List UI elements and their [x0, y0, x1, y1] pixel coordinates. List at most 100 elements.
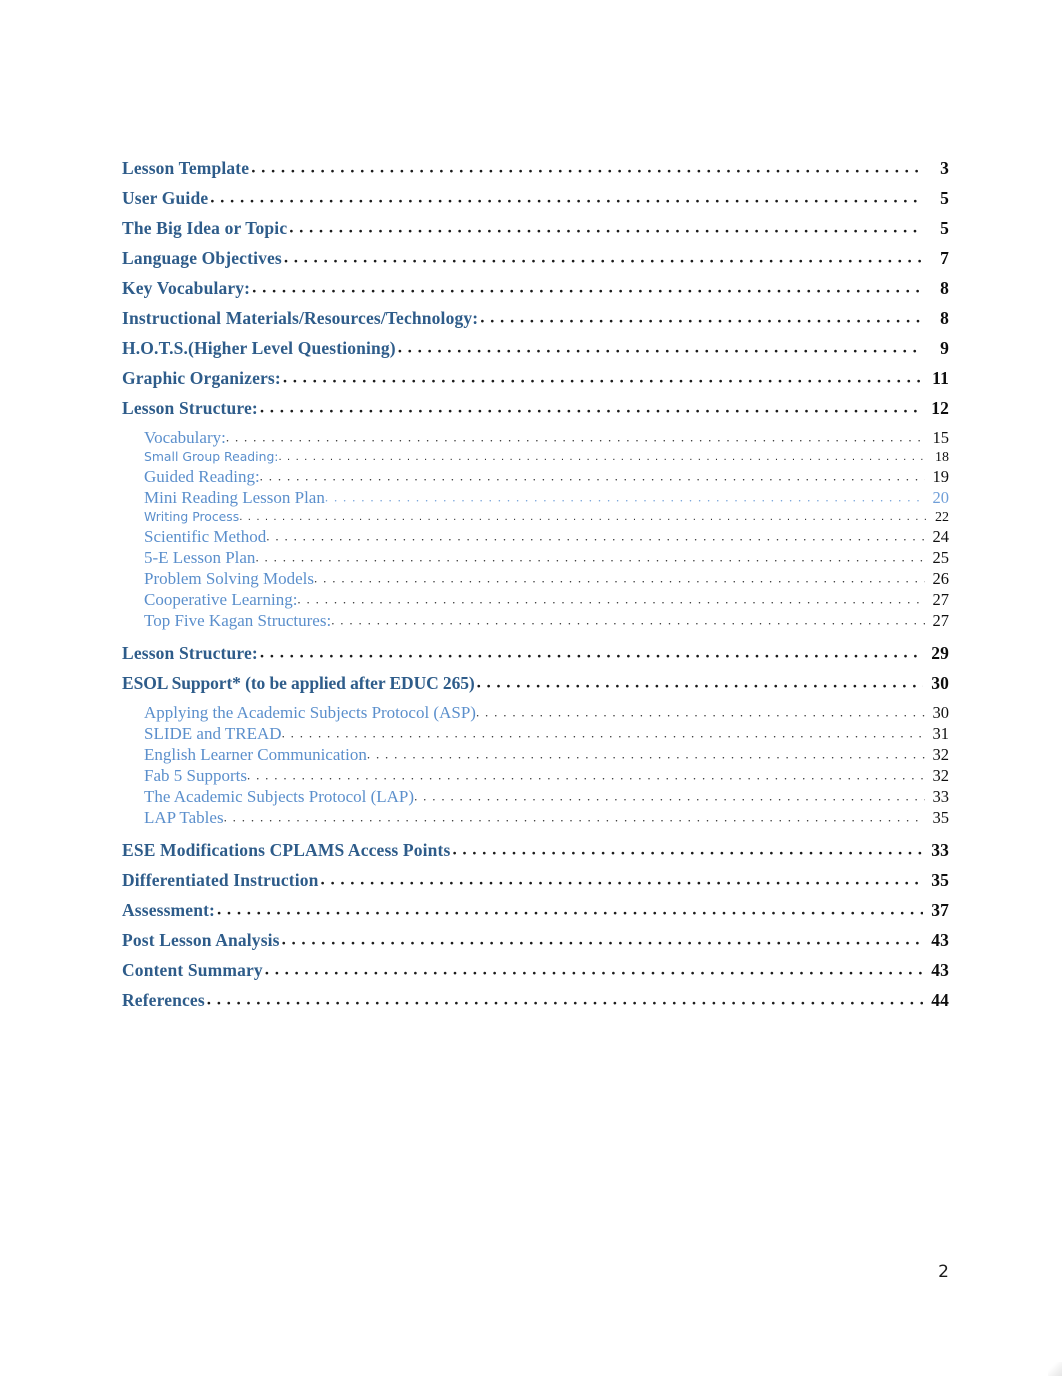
toc-entry-level-1[interactable]: Graphic Organizers: 11: [122, 368, 949, 389]
toc-dot-leader: [452, 839, 923, 859]
toc-entry-page-number: 19: [932, 467, 950, 486]
toc-entry-page-number: 32: [932, 766, 950, 785]
toc-entry-level-2[interactable]: Cooperative Learning: 27: [122, 590, 949, 610]
toc-dot-leader: [260, 642, 923, 662]
toc-dot-leader: [207, 989, 923, 1009]
toc-entry-page-number: 30: [931, 673, 949, 693]
toc-dot-leader: [224, 809, 925, 825]
toc-entry-level-2[interactable]: Scientific Method 24: [122, 527, 949, 547]
toc-dot-leader: [325, 489, 925, 505]
toc-entry-page-number: 5: [940, 218, 949, 238]
toc-entry-label: Content Summary: [122, 960, 263, 980]
toc-entry-page-number: 26: [932, 569, 950, 588]
toc-entry-level-1[interactable]: Language Objectives 7: [122, 248, 949, 269]
toc-entry-level-2[interactable]: Problem Solving Models 26: [122, 569, 949, 589]
toc-dot-leader: [217, 899, 923, 919]
toc-entry-page-number: 5: [940, 188, 949, 208]
toc-entry-level-2[interactable]: Vocabulary: 15: [122, 428, 949, 448]
toc-entry-label: Lesson Structure:: [122, 398, 258, 418]
toc-entry-page-number: 43: [931, 930, 949, 950]
toc-entry-label: Guided Reading:: [144, 467, 260, 486]
toc-entry-page-number: 33: [932, 787, 950, 806]
toc-entry-level-2[interactable]: Fab 5 Supports 32: [122, 766, 949, 786]
toc-dot-leader: [247, 767, 925, 783]
toc-entry-level-1[interactable]: Lesson Template 3: [122, 158, 949, 179]
toc-entry-page-number: 7: [940, 248, 949, 268]
table-of-contents: Lesson Template3User Guide5The Big Idea …: [122, 158, 949, 1020]
toc-entry-page-number: 3: [940, 158, 949, 178]
toc-entry-label: User Guide: [122, 188, 209, 208]
toc-entry-label: Lesson Template: [122, 158, 250, 178]
toc-entry-level-1[interactable]: User Guide 5: [122, 188, 949, 209]
toc-entry-label: Writing Process: [144, 509, 240, 524]
toc-entry-page-number: 33: [931, 840, 949, 860]
toc-entry-page-number: 27: [932, 611, 950, 630]
toc-entry-level-1[interactable]: ESOL Support* (to be applied after EDUC …: [122, 673, 949, 694]
toc-entry-page-number: 30: [932, 703, 950, 722]
toc-entry-level-1[interactable]: Instructional Materials/Resources/Techno…: [122, 308, 949, 329]
toc-entry-level-1[interactable]: Key Vocabulary: 8: [122, 278, 949, 299]
toc-entry-level-2[interactable]: LAP Tables 35: [122, 808, 949, 828]
toc-entry-level-2[interactable]: English Learner Communication 32: [122, 745, 949, 765]
toc-entry-level-1[interactable]: Post Lesson Analysis 43: [122, 930, 949, 951]
toc-entry-label: Instructional Materials/Resources/Techno…: [122, 308, 479, 328]
toc-dot-leader: [331, 612, 925, 628]
toc-entry-label: Cooperative Learning:: [144, 590, 298, 609]
toc-dot-leader: [367, 746, 925, 762]
toc-entry-level-1[interactable]: The Big Idea or Topic 5: [122, 218, 949, 239]
toc-entry-level-1[interactable]: Lesson Structure: 12: [122, 398, 949, 419]
toc-dot-leader: [265, 959, 923, 979]
toc-dot-leader: [314, 570, 925, 586]
toc-entry-label: Top Five Kagan Structures:: [144, 611, 332, 630]
document-page: Lesson Template3User Guide5The Big Idea …: [0, 0, 1062, 1376]
toc-dot-leader: [282, 929, 923, 949]
toc-entry-level-2[interactable]: Mini Reading Lesson Plan 20: [122, 488, 949, 508]
toc-entry-page-number: 11: [932, 368, 949, 388]
toc-dot-leader: [284, 247, 923, 267]
toc-dot-leader: [252, 277, 923, 297]
toc-entry-label: Problem Solving Models: [144, 569, 315, 588]
toc-entry-page-number: 37: [931, 900, 949, 920]
toc-entry-level-2[interactable]: Applying the Academic Subjects Protocol …: [122, 703, 949, 723]
toc-entry-page-number: 43: [931, 960, 949, 980]
toc-dot-leader: [480, 307, 923, 327]
toc-entry-level-1[interactable]: H.O.T.S.(Higher Level Questioning) 9: [122, 338, 949, 359]
toc-entry-level-2[interactable]: Top Five Kagan Structures: 27: [122, 611, 949, 631]
toc-entry-label: Fab 5 Supports: [144, 766, 247, 785]
toc-dot-leader: [321, 869, 923, 889]
toc-entry-level-1[interactable]: References 44: [122, 990, 949, 1011]
toc-entry-label: Differentiated Instruction: [122, 870, 319, 890]
toc-entry-label: Mini Reading Lesson Plan: [144, 488, 325, 507]
toc-dot-leader: [260, 397, 923, 417]
toc-entry-label: ESE Modifications CPLAMS Access Points: [122, 840, 451, 860]
toc-dot-leader: [260, 468, 925, 484]
toc-entry-level-1[interactable]: Differentiated Instruction 35: [122, 870, 949, 891]
toc-dot-leader: [278, 452, 927, 463]
toc-entry-page-number: 35: [931, 870, 949, 890]
toc-entry-page-number: 18: [935, 450, 949, 465]
toc-entry-level-3[interactable]: Writing Process 22: [122, 509, 949, 526]
toc-entry-level-1[interactable]: Assessment: 37: [122, 900, 949, 921]
toc-entry-level-1[interactable]: Content Summary 43: [122, 960, 949, 981]
toc-entry-page-number: 35: [932, 808, 950, 827]
toc-entry-page-number: 8: [940, 308, 949, 328]
toc-entry-label: English Learner Communication: [144, 745, 367, 764]
toc-dot-leader: [251, 157, 923, 177]
toc-entry-label: Language Objectives: [122, 248, 282, 268]
toc-entry-level-2[interactable]: 5-E Lesson Plan 25: [122, 548, 949, 568]
toc-entry-level-2[interactable]: Guided Reading: 19: [122, 467, 949, 487]
toc-entry-page-number: 24: [932, 527, 950, 546]
toc-entry-page-number: 29: [931, 643, 949, 663]
toc-entry-page-number: 12: [931, 398, 949, 418]
toc-entry-level-2[interactable]: The Academic Subjects Protocol (LAP) 33: [122, 787, 949, 807]
toc-entry-level-1[interactable]: Lesson Structure: 29: [122, 643, 949, 664]
page-edge-shadow: [1048, 1362, 1062, 1376]
toc-entry-level-1[interactable]: ESE Modifications CPLAMS Access Points 33: [122, 840, 949, 861]
toc-entry-level-2[interactable]: SLIDE and TREAD 31: [122, 724, 949, 744]
toc-dot-leader: [210, 187, 923, 207]
toc-entry-level-3[interactable]: Small Group Reading: 18: [122, 449, 949, 466]
toc-entry-label: Key Vocabulary:: [122, 278, 251, 298]
toc-entry-label: LAP Tables: [144, 808, 224, 827]
toc-entry-label: Small Group Reading:: [144, 449, 279, 464]
toc-dot-leader: [477, 672, 923, 692]
